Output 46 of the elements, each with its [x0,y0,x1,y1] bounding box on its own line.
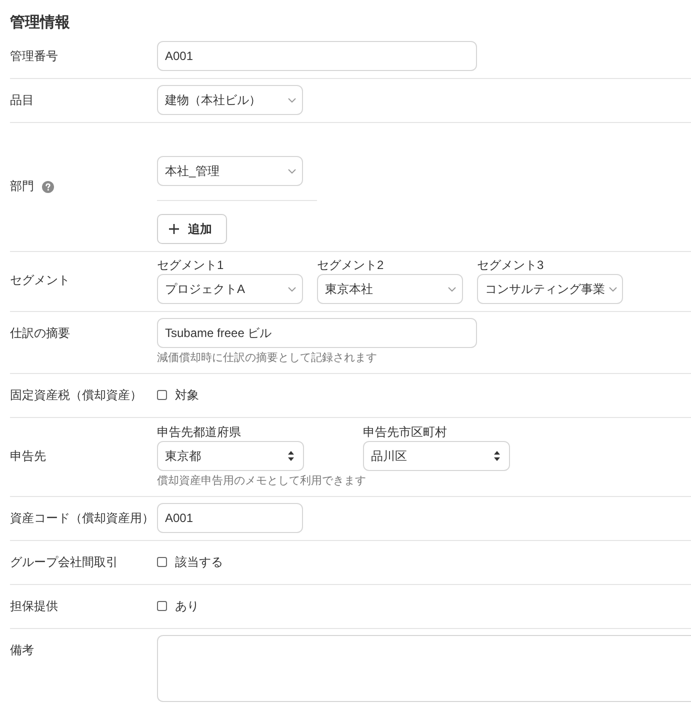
select-field[interactable]: 本社_管理 [157,156,303,186]
field-label: セグメント [10,272,70,289]
text-field[interactable]: Tsubame freee ビル [157,318,477,348]
select-field[interactable]: プロジェクトA [157,274,303,304]
select-label: セグメント2 [317,257,384,274]
chevron-down-icon [609,286,617,292]
hint-text: 減価償却時に仕訳の摘要として記録されます [157,351,377,366]
up-down-arrows-icon [288,451,294,461]
select-field[interactable]: 東京本社 [317,274,463,304]
plus-icon [169,224,179,234]
field-label: 資産コード（償却資産用） [10,510,154,527]
chevron-down-icon [288,98,296,102]
select-field[interactable]: 東京都 [157,441,304,471]
chevron-down-icon [288,168,296,174]
select-field[interactable]: 品川区 [363,441,510,471]
chevron-down-icon [448,286,456,292]
field-label: 備考 [10,642,34,659]
text-field[interactable]: A001 [157,503,303,533]
field-label: 固定資産税（償却資産） [10,386,142,404]
select-field[interactable]: コンサルティング事業 [477,274,623,304]
checkbox[interactable] [157,557,167,567]
chevron-down-icon [288,286,296,292]
field-label: 担保提供 [10,598,58,614]
select-label: セグメント1 [157,257,224,274]
checkbox[interactable] [157,601,167,611]
field-label: 管理番号 [10,48,58,65]
checkbox[interactable] [157,390,167,400]
section-title: 管理情報 [9,13,71,33]
field-label: 品目 [10,92,34,108]
help-icon[interactable] [42,180,54,192]
field-label: グループ会社間取引 [10,554,118,570]
hint-text: 償却資産申告用のメモとして利用できます [157,474,366,489]
checkbox-label[interactable]: 該当する [175,554,223,570]
up-down-arrows-icon [494,451,500,461]
checkbox-label[interactable]: あり [175,598,199,614]
select-label: セグメント3 [477,257,544,274]
field-label: 部門 [10,178,34,195]
select-field[interactable]: 建物（本社ビル） [157,85,303,115]
textarea-field[interactable] [157,635,691,702]
checkbox-label[interactable]: 対象 [175,386,199,404]
add-button[interactable]: 追加 [157,214,227,244]
field-label: 仕訳の摘要 [10,325,70,342]
select-label: 申告先都道府県 [157,424,241,441]
select-label: 申告先市区町村 [363,424,447,441]
field-label: 申告先 [10,448,46,465]
text-field[interactable]: A001 [157,41,477,71]
